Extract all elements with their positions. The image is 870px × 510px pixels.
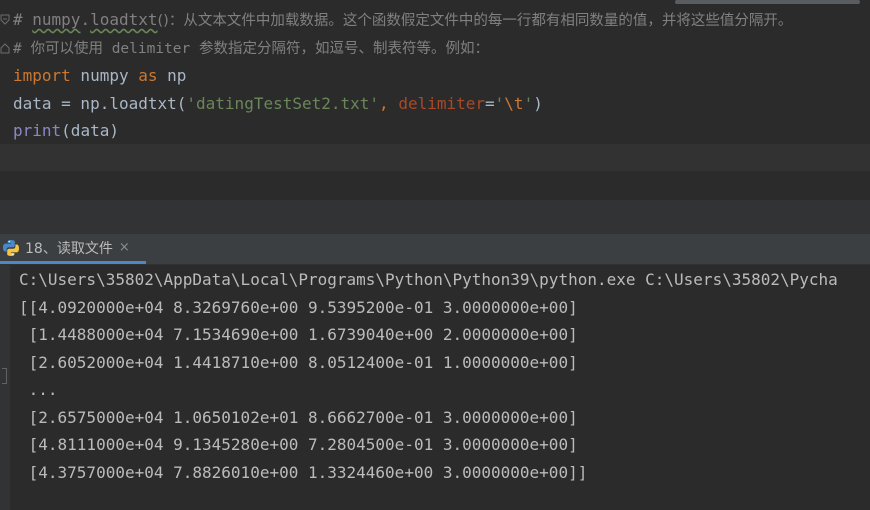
param-delimiter: delimiter (398, 94, 486, 113)
run-tool-window-tabs: 18、读取文件 × (0, 234, 870, 265)
comma: , (379, 94, 399, 113)
module-alias: np (157, 66, 187, 85)
comment-dot: . (80, 10, 91, 29)
comment-module: numpy (32, 10, 81, 29)
code-line-3[interactable]: import numpy as np (13, 62, 186, 90)
console-line: [1.4488000e+04 7.1534690e+00 1.6739040e+… (19, 325, 578, 344)
quote-open: ' (494, 94, 505, 113)
current-line-highlight (0, 144, 870, 171)
comment-text: ()：从文本文件中加载数据。这个函数假定文件中的每一行都有相同数量的值，并将这些… (157, 13, 793, 29)
console-line: [4.3757000e+04 7.8826010e+00 1.3324460e+… (19, 463, 588, 482)
console-line: [4.8111000e+04 9.1345280e+00 7.2804500e-… (19, 435, 578, 454)
panel-splitter[interactable] (0, 200, 870, 234)
console-line: [[4.0920000e+04 8.3269760e+00 9.5395200e… (19, 298, 578, 317)
code-line-4[interactable]: data = np.loadtxt('datingTestSet2.txt', … (13, 90, 543, 118)
run-tab-label: 18、读取文件 (25, 240, 113, 257)
assignment-call: data = np.loadtxt( (13, 94, 187, 113)
console-line: C:\Users\35802\AppData\Local\Programs\Py… (19, 270, 838, 289)
code-line-1[interactable]: # numpy.loadtxt()：从文本文件中加载数据。这个函数假定文件中的每… (13, 6, 792, 34)
code-editor[interactable]: # numpy.loadtxt()：从文本文件中加载数据。这个函数假定文件中的每… (0, 0, 870, 200)
console-gutter (0, 265, 10, 510)
code-line-2[interactable]: # 你可以使用 delimiter 参数指定分隔符，如逗号、制表符等。例如： (13, 34, 489, 62)
quote-close: ' (523, 94, 534, 113)
filename-string: 'datingTestSet2.txt' (186, 94, 380, 113)
console-line: [2.6575000e+04 1.0650102e+01 8.6662700e-… (19, 408, 578, 427)
python-icon (3, 239, 20, 256)
builtin-print: print (13, 121, 62, 140)
code-line-5[interactable]: print(data) (13, 117, 119, 145)
console-line: ... (19, 380, 58, 399)
ide-window: # numpy.loadtxt()：从文本文件中加载数据。这个函数假定文件中的每… (0, 0, 870, 510)
module-name: numpy (70, 66, 139, 85)
fold-open-icon[interactable] (0, 14, 10, 26)
comment-prefix: # (13, 10, 33, 29)
comment-text-2: # 你可以使用 delimiter 参数指定分隔符，如逗号、制表符等。例如： (13, 41, 489, 57)
fold-close-icon[interactable] (0, 42, 10, 54)
close-icon[interactable]: × (119, 240, 130, 255)
keyword-as: as (138, 66, 158, 85)
run-console-output[interactable]: C:\Users\35802\AppData\Local\Programs\Py… (0, 265, 870, 510)
gutter-fold-marker (2, 368, 7, 384)
escape-tab: \t (504, 94, 524, 113)
equals: = (485, 94, 495, 113)
keyword-import: import (13, 66, 71, 85)
run-tab-active[interactable]: 18、读取文件 × (0, 234, 146, 264)
console-line: [2.6052000e+04 1.4418710e+00 8.0512400e-… (19, 353, 578, 372)
horizontal-scrollbar-thumb[interactable] (675, 0, 860, 4)
paren-close: ) (533, 94, 543, 113)
comment-function: loadtxt (90, 10, 158, 29)
print-args: (data) (61, 121, 119, 140)
